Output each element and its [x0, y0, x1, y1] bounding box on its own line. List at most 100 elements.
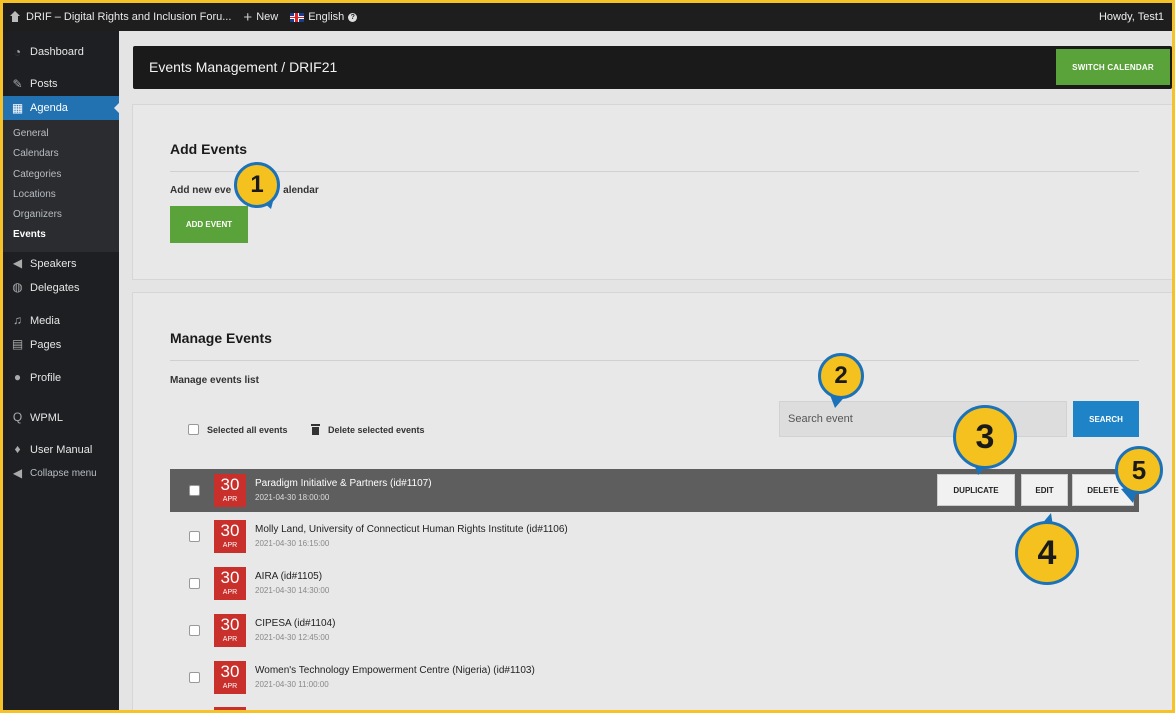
callout-2: 2: [818, 353, 864, 399]
event-checkbox[interactable]: [189, 485, 200, 496]
event-time: 2021-04-30 12:45:00: [255, 633, 330, 642]
manage-events-panel: Manage Events Manage events list SEARCH …: [133, 293, 1172, 710]
date-badge: 30 APR: [214, 474, 246, 507]
sidebar-item-media[interactable]: ♫ Media: [3, 309, 119, 333]
event-title[interactable]: CIPESA (id#1104): [255, 618, 335, 629]
main-content: Events Management / DRIF21 SWITCH CALEND…: [119, 31, 1172, 710]
event-time: 2021-04-30 18:00:00: [255, 493, 330, 502]
add-events-panel: Add Events Add new eve alendar ADD EVENT: [133, 105, 1172, 279]
sidebar-item-label: Pages: [30, 338, 62, 351]
new-link[interactable]: + New: [237, 3, 284, 31]
sidebar-item-wpml[interactable]: Q WPML: [3, 406, 119, 430]
event-checkbox[interactable]: [189, 672, 200, 683]
submenu-item-events[interactable]: Events: [3, 225, 119, 245]
agenda-submenu: General Calendars Categories Locations O…: [3, 120, 119, 252]
table-row[interactable]: 30 APR Paradigm Initiative & Partners (i…: [170, 469, 1139, 512]
page-header: Events Management / DRIF21 SWITCH CALEND…: [133, 46, 1172, 89]
select-all-checkbox[interactable]: [188, 424, 199, 435]
date-badge: 30 APR: [214, 614, 246, 647]
sidebar-item-delegates[interactable]: ◍ Delegates: [3, 276, 119, 300]
divider: [170, 171, 1139, 172]
megaphone-icon: ◀: [12, 256, 23, 271]
callout-4: 4: [1015, 521, 1079, 585]
sidebar-item-pages[interactable]: ▤ Pages: [3, 333, 119, 357]
delete-selected-events[interactable]: Delete selected events: [311, 424, 425, 435]
edit-button[interactable]: EDIT: [1021, 474, 1068, 506]
bulb-icon: ♦: [14, 442, 21, 457]
media-icon: ♫: [13, 313, 22, 328]
divider: [170, 360, 1139, 361]
callout-3: 3: [953, 405, 1017, 469]
sidebar-item-dashboard[interactable]: ◔ Dashboard: [3, 40, 119, 64]
submenu-item-calendars[interactable]: Calendars: [3, 144, 119, 164]
sidebar-item-speakers[interactable]: ◀ Speakers: [3, 252, 119, 276]
language-switcher[interactable]: English ?: [284, 3, 363, 31]
screenshot-frame: DRIF – Digital Rights and Inclusion Foru…: [0, 0, 1175, 713]
admin-bar: DRIF – Digital Rights and Inclusion Foru…: [3, 3, 1172, 31]
select-all-events[interactable]: Selected all events: [188, 424, 288, 435]
submenu-item-general[interactable]: General: [3, 124, 119, 144]
sidebar-item-agenda[interactable]: ▦ Agenda: [3, 96, 120, 120]
sidebar-item-label: Dashboard: [30, 46, 84, 58]
sidebar-item-posts[interactable]: ✎ Posts: [3, 72, 119, 96]
table-row[interactable]: 30 APR Molly Land, University of Connect…: [170, 515, 1139, 558]
sidebar-item-label: Profile: [30, 371, 62, 384]
sidebar-item-user-manual[interactable]: ♦ User Manual: [3, 438, 119, 462]
dashboard-icon: ◔: [13, 44, 22, 59]
uk-flag-icon: [290, 12, 305, 22]
sidebar-item-profile[interactable]: ● Profile: [3, 366, 119, 390]
sidebar-item-label: WPML: [30, 411, 63, 424]
trash-icon: [311, 424, 320, 435]
search-event-input[interactable]: [779, 401, 1067, 437]
language-label: English: [308, 11, 345, 23]
pin-icon: ✎: [12, 76, 23, 91]
admin-sidebar: ◔ Dashboard ✎ Posts ▦ Agenda General Cal…: [3, 31, 120, 710]
duplicate-button[interactable]: DUPLICATE: [937, 474, 1015, 506]
event-time: 2021-04-30 11:00:00: [255, 680, 329, 689]
sidebar-item-label: Posts: [30, 78, 58, 90]
sidebar-item-label: Media: [30, 314, 60, 327]
user-icon: ●: [13, 370, 22, 385]
add-events-heading: Add Events: [170, 141, 248, 157]
globe-icon: ◍: [12, 280, 23, 295]
home-icon: [9, 11, 21, 23]
manage-events-subtitle: Manage events list: [170, 375, 259, 386]
plus-icon: +: [243, 8, 253, 26]
event-title[interactable]: Molly Land, University of Connecticut Hu…: [255, 524, 568, 535]
wpml-icon: Q: [12, 410, 23, 425]
site-name-link[interactable]: DRIF – Digital Rights and Inclusion Foru…: [3, 3, 237, 31]
date-badge: 30 APR: [214, 661, 246, 694]
submenu-item-categories[interactable]: Categories: [3, 165, 119, 185]
submenu-item-organizers[interactable]: Organizers: [3, 205, 119, 225]
delete-selected-label: Delete selected events: [328, 424, 425, 435]
select-all-label: Selected all events: [207, 424, 288, 435]
sidebar-item-label: Agenda: [30, 102, 68, 114]
callout-5: 5: [1115, 446, 1163, 494]
event-checkbox[interactable]: [189, 531, 200, 542]
event-title[interactable]: AIRA (id#1105): [255, 571, 322, 582]
event-checkbox[interactable]: [189, 625, 200, 636]
callout-1: 1: [234, 162, 280, 208]
table-row[interactable]: 30 APR AIRA (id#1105) 2021-04-30 14:30:0…: [170, 562, 1139, 605]
date-badge: 30 APR: [214, 567, 246, 600]
event-title[interactable]: Women's Technology Empowerment Centre (N…: [255, 665, 535, 676]
sidebar-item-label: Delegates: [30, 281, 80, 294]
switch-calendar-button[interactable]: SWITCH CALENDAR: [1056, 49, 1170, 85]
event-time: 2021-04-30 14:30:00: [255, 586, 330, 595]
search-button[interactable]: SEARCH: [1073, 401, 1139, 437]
date-badge: 30 APR: [214, 520, 246, 553]
calendar-icon: ▦: [11, 100, 24, 115]
howdy-account[interactable]: Howdy, Test1: [1093, 3, 1172, 31]
sidebar-item-label: User Manual: [30, 443, 93, 456]
add-event-button[interactable]: ADD EVENT: [170, 206, 248, 243]
event-checkbox[interactable]: [189, 578, 200, 589]
help-icon: ?: [348, 12, 358, 22]
table-row[interactable]: 30 APR CIPESA (id#1104) 2021-04-30 12:45…: [170, 609, 1139, 652]
submenu-item-locations[interactable]: Locations: [3, 185, 119, 205]
event-time: 2021-04-30 16:15:00: [255, 539, 330, 548]
collapse-menu-button[interactable]: ◀ Collapse menu: [3, 462, 119, 486]
event-title[interactable]: Paradigm Initiative & Partners (id#1107): [255, 478, 432, 489]
sidebar-item-label: Collapse menu: [30, 468, 97, 480]
site-name-label: DRIF – Digital Rights and Inclusion Foru…: [26, 11, 232, 23]
table-row[interactable]: 30 APR Women's Technology Empowerment Ce…: [170, 656, 1139, 699]
